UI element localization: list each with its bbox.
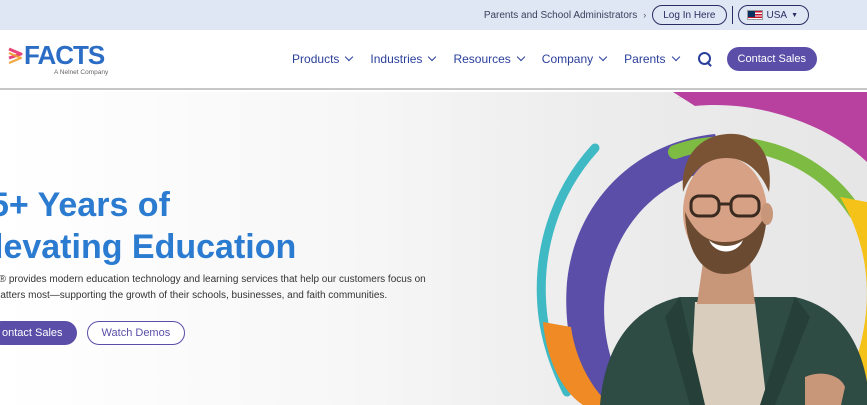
chevron-down-icon (516, 52, 526, 62)
search-icon[interactable] (697, 51, 713, 67)
main-nav: FACTS A Nelnet Company Products Industri… (0, 30, 867, 90)
logo-wordmark: FACTS (24, 40, 105, 70)
chevron-down-icon: ▼ (791, 11, 798, 19)
chevron-down-icon (345, 52, 354, 62)
nav-products[interactable]: Products (292, 52, 354, 66)
region-label: USA (766, 9, 788, 21)
nav-company-label: Company (541, 52, 594, 66)
nav-parents-label: Parents (624, 52, 666, 66)
chevron-right-icon: › (643, 10, 647, 20)
chevron-down-icon (428, 52, 437, 62)
nav-industries-label: Industries (370, 52, 423, 66)
hero-buttons: ontact Sales Watch Demos (0, 321, 186, 345)
nav-resources-label: Resources (453, 52, 511, 66)
nav-parents[interactable]: Parents (624, 52, 680, 66)
region-selector[interactable]: USA ▼ (737, 5, 809, 25)
us-flag-icon (746, 10, 763, 20)
hero-desc-line2: matters most—supporting the growth of th… (0, 290, 388, 301)
hero-description: S® provides modern education technology … (0, 272, 426, 304)
hero-title-line2: levating Education (0, 228, 297, 266)
contact-sales-button[interactable]: Contact Sales (726, 47, 817, 71)
hero-desc-line1: S® provides modern education technology … (0, 274, 426, 285)
nav-company[interactable]: Company (541, 52, 608, 66)
watch-demos-button[interactable]: Watch Demos (86, 321, 186, 345)
hero-contact-sales-button[interactable]: ontact Sales (0, 321, 77, 345)
utility-bar: Parents and School Administrators › Log … (0, 0, 867, 30)
nav-industries[interactable]: Industries (370, 52, 437, 66)
hero-title: 5+ Years of levating Education (0, 184, 302, 268)
nav-products-label: Products (292, 52, 340, 66)
hero-title-line1: 5+ Years of (0, 186, 170, 224)
logo-chevron-icon (8, 47, 23, 65)
divider (731, 6, 733, 24)
nav-menu: Products Industries Resources Company Pa… (292, 47, 817, 71)
logo-subtitle: A Nelnet Company (54, 69, 109, 76)
nav-resources[interactable]: Resources (453, 52, 526, 66)
hero-illustration (536, 92, 867, 405)
chevron-down-icon (598, 52, 608, 62)
chevron-down-icon (671, 52, 680, 62)
parents-link[interactable]: Parents and School Administrators (484, 10, 637, 21)
login-button[interactable]: Log In Here (652, 5, 727, 25)
hero-section: 5+ Years of levating Education S® provid… (0, 92, 867, 405)
facts-logo[interactable]: FACTS A Nelnet Company (8, 42, 108, 76)
